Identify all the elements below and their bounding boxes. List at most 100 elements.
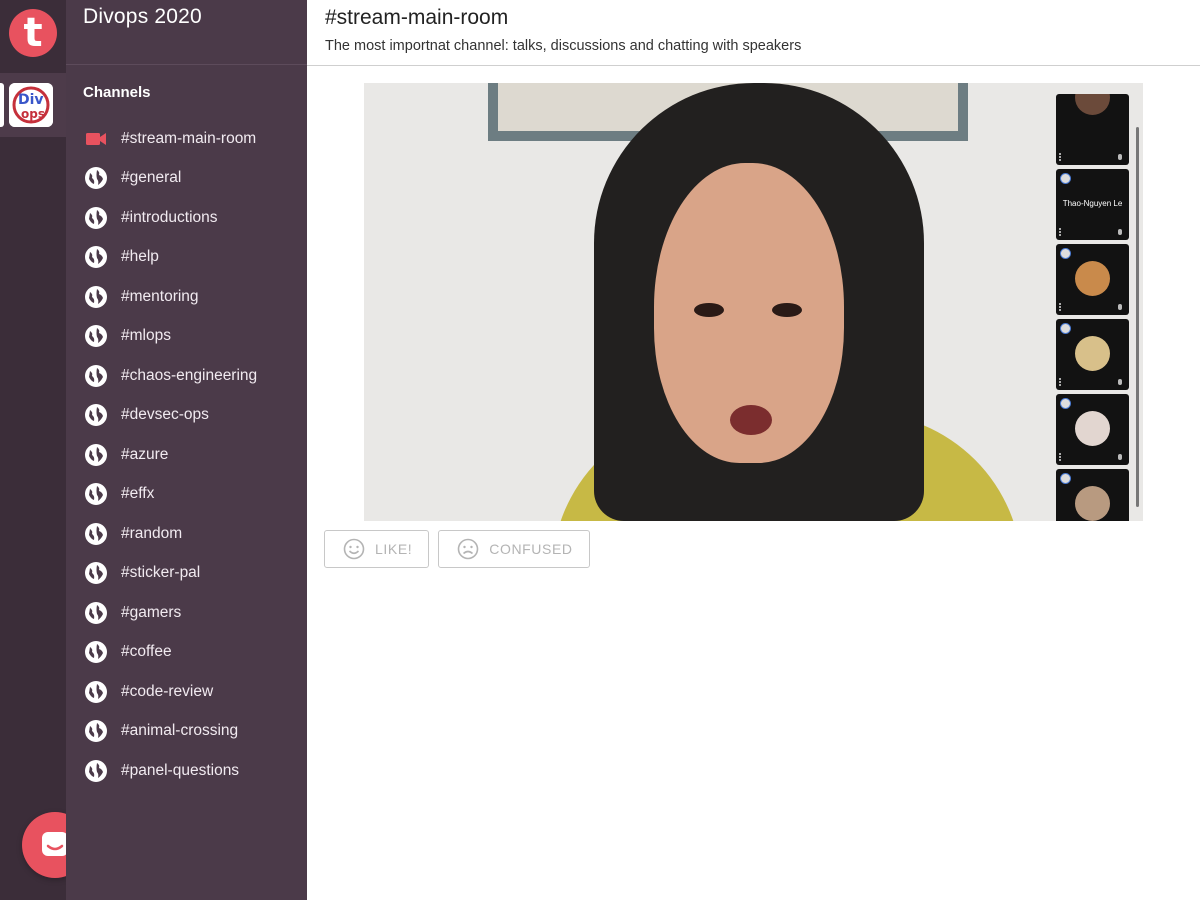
workspace-switcher-active[interactable]: Div ops (0, 73, 66, 137)
globe-icon (84, 522, 108, 546)
eye (772, 303, 802, 317)
globe-icon (84, 364, 108, 388)
sidebar-channel-item[interactable]: #general (66, 159, 307, 199)
workspace-title: Divops 2020 (83, 5, 202, 28)
participant-avatar (1075, 336, 1110, 371)
participant-tile[interactable]: Thao-Nguyen Le (1056, 169, 1129, 240)
channel-label: #mlops (121, 327, 171, 345)
mic-muted-icon (1118, 229, 1122, 235)
channel-label: #sticker-pal (121, 564, 201, 582)
smile-icon (343, 538, 365, 560)
sidebar-channel-item[interactable]: #introductions (66, 198, 307, 238)
status-badge-icon (1060, 173, 1071, 184)
channel-label: #coffee (121, 643, 172, 661)
participant-avatar (1075, 94, 1110, 115)
active-workspace-marker (0, 83, 4, 127)
sidebar-channel-item[interactable]: #azure (66, 435, 307, 475)
channel-description: The most importnat channel: talks, discu… (325, 38, 802, 54)
channel-label: #mentoring (121, 287, 199, 305)
globe-icon (84, 640, 108, 664)
video-camera-icon (84, 127, 108, 151)
participant-avatar (1075, 411, 1110, 446)
app-logo[interactable]: t (9, 9, 57, 57)
globe-icon (84, 324, 108, 348)
participant-scrollbar[interactable] (1136, 127, 1139, 507)
participant-name: Thao-Nguyen Le (1062, 199, 1123, 208)
globe-icon (84, 482, 108, 506)
mouth (730, 405, 772, 435)
sidebar-channel-item[interactable]: #code-review (66, 672, 307, 712)
more-options-icon[interactable] (1059, 378, 1063, 386)
channel-label: #animal-crossing (121, 722, 239, 740)
participant-tile[interactable] (1056, 469, 1129, 521)
channel-label: #gamers (121, 603, 182, 621)
globe-icon (84, 719, 108, 743)
globe-icon (84, 166, 108, 190)
channel-list: #stream-main-room #general #introductions #… (66, 119, 307, 791)
sidebar-channel-item[interactable]: #help (66, 238, 307, 278)
more-options-icon[interactable] (1059, 303, 1063, 311)
channel-label: #panel-questions (121, 761, 240, 779)
sidebar-channel-item[interactable]: #chaos-engineering (66, 356, 307, 396)
participant-avatar (1075, 486, 1110, 521)
video-stream[interactable]: Thao-Nguyen Le (364, 83, 1143, 521)
globe-icon (84, 759, 108, 783)
channel-label: #azure (121, 445, 169, 463)
speaker-face (654, 163, 844, 463)
like-label: LIKE! (375, 541, 413, 557)
more-options-icon[interactable] (1059, 453, 1063, 461)
participant-tile[interactable] (1056, 244, 1129, 315)
participant-tile[interactable] (1056, 319, 1129, 390)
participant-tile[interactable] (1056, 394, 1129, 465)
workspace-icon[interactable]: Div ops (9, 83, 53, 127)
sidebar-channel-item[interactable]: #random (66, 514, 307, 554)
mic-muted-icon (1118, 304, 1122, 310)
channel-label: #help (121, 248, 159, 266)
more-options-icon[interactable] (1059, 153, 1063, 161)
channel-label: #chaos-engineering (121, 366, 258, 384)
globe-icon (84, 403, 108, 427)
channel-label: #introductions (121, 208, 218, 226)
channels-heading: Channels (83, 84, 151, 101)
participant-avatar (1075, 261, 1110, 296)
sidebar-channel-item[interactable]: #mlops (66, 317, 307, 357)
sidebar-channel-item[interactable]: #gamers (66, 593, 307, 633)
sidebar-channel-item[interactable]: #panel-questions (66, 751, 307, 791)
sidebar-channel-item[interactable]: #effx (66, 475, 307, 515)
participant-tile[interactable] (1056, 94, 1129, 165)
globe-icon (84, 245, 108, 269)
channel-label: #general (121, 169, 182, 187)
mic-muted-icon (1118, 379, 1122, 385)
channel-label: #effx (121, 485, 155, 503)
sidebar-channel-item[interactable]: #mentoring (66, 277, 307, 317)
status-badge-icon (1060, 248, 1071, 259)
divider (307, 65, 1200, 66)
status-badge-icon (1060, 473, 1071, 484)
globe-icon (84, 561, 108, 585)
eye (694, 303, 724, 317)
channel-label: #random (121, 524, 183, 542)
globe-icon (84, 601, 108, 625)
participant-strip: Thao-Nguyen Le (1056, 94, 1136, 521)
globe-icon (84, 443, 108, 467)
channel-label: #devsec-ops (121, 406, 209, 424)
svg-text:Div: Div (18, 92, 44, 108)
sidebar-channel-item[interactable]: #sticker-pal (66, 554, 307, 594)
sidebar-channel-item[interactable]: #devsec-ops (66, 396, 307, 436)
globe-icon (84, 206, 108, 230)
sidebar-channel-item[interactable]: #coffee (66, 633, 307, 673)
channel-sidebar: Divops 2020 Channels #stream-main-room #g… (66, 0, 307, 900)
sidebar-channel-item[interactable]: #animal-crossing (66, 712, 307, 752)
globe-icon (84, 285, 108, 309)
channel-title: #stream-main-room (325, 6, 509, 29)
reaction-bar: LIKE! CONFUSED (324, 530, 590, 568)
more-options-icon[interactable] (1059, 228, 1063, 236)
confused-button[interactable]: CONFUSED (438, 530, 590, 568)
confused-label: CONFUSED (489, 541, 573, 557)
divider (66, 64, 307, 65)
status-badge-icon (1060, 323, 1071, 334)
main-panel: #stream-main-room The most importnat cha… (307, 0, 1200, 900)
like-button[interactable]: LIKE! (324, 530, 430, 568)
channel-label: #code-review (121, 682, 214, 700)
sidebar-channel-item[interactable]: #stream-main-room (66, 119, 307, 159)
